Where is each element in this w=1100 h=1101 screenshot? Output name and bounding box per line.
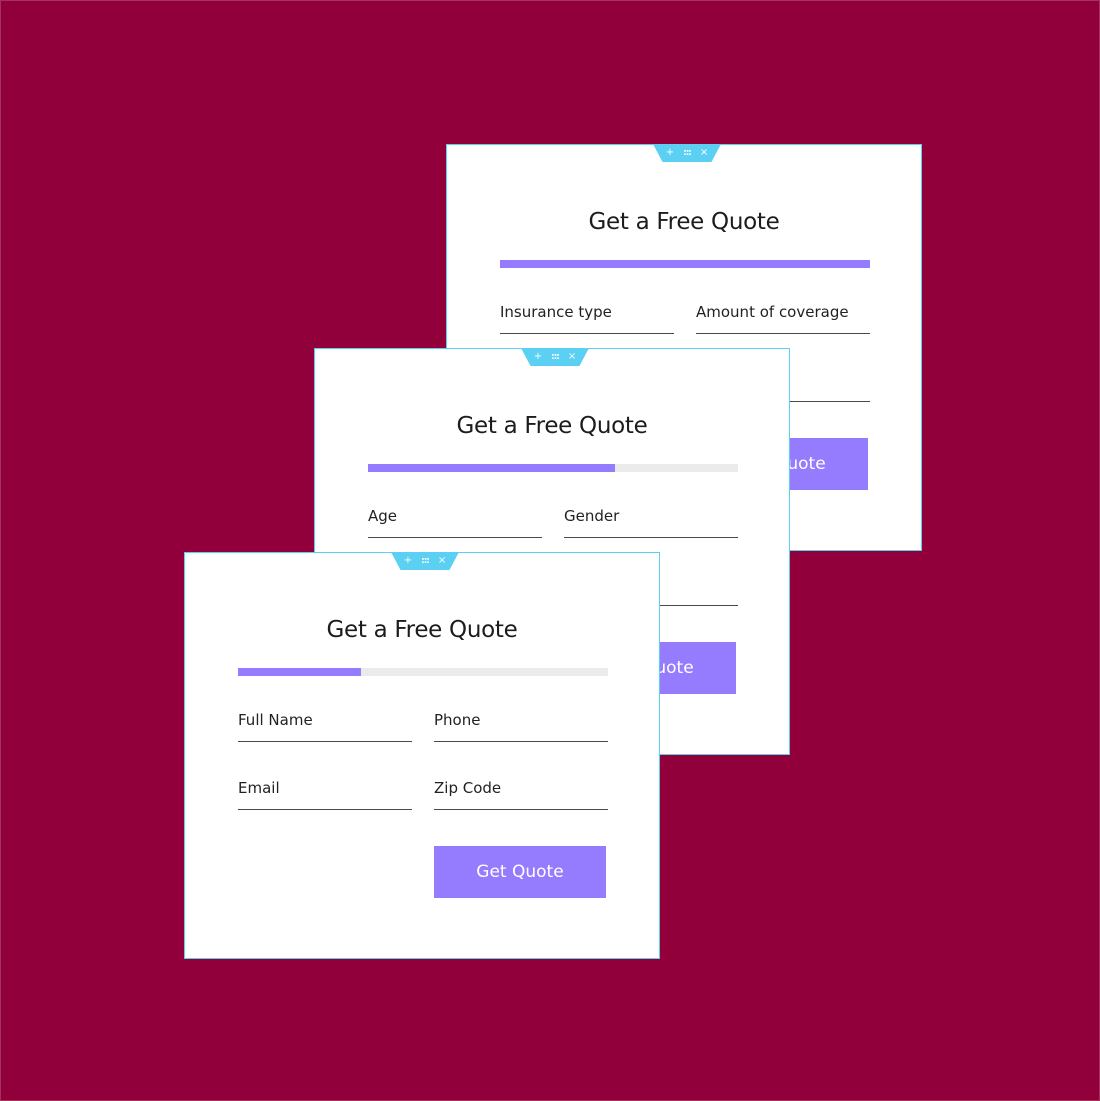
progress-bar [368,464,738,472]
get-quote-button[interactable]: Get Quote [434,846,606,898]
card-toolbar: + ::: × [521,348,589,366]
field-label: Gender [564,507,620,525]
field-label: Age [368,507,398,525]
field-label: Email [238,779,280,797]
field-label: Amount of coverage [696,303,849,321]
progress-bar [238,668,608,676]
field-label: Zip Code [434,779,502,797]
full-name-field[interactable]: Full Name [238,711,412,742]
canvas-background: { "colors": { "background": "#92003B", "… [0,0,1100,1101]
form-title: Get a Free Quote [456,413,648,439]
drag-handle-icon[interactable]: ::: [551,352,560,362]
progress-fill [238,668,362,676]
add-icon[interactable]: + [404,556,412,566]
card-toolbar: + ::: × [391,552,459,570]
field-label: Phone [434,711,481,729]
add-icon[interactable]: + [666,148,674,158]
insurance-type-field[interactable]: Insurance type [500,303,674,334]
form-title: Get a Free Quote [588,209,780,235]
progress-fill [368,464,615,472]
field-label: Insurance type [500,303,612,321]
card-toolbar: + ::: × [653,144,721,162]
amount-of-coverage-field[interactable]: Amount of coverage [696,303,870,334]
add-icon[interactable]: + [534,352,542,362]
close-icon[interactable]: × [700,148,708,158]
form-title: Get a Free Quote [326,617,518,643]
email-field[interactable]: Email [238,779,412,810]
progress-bar [500,260,870,268]
gender-field[interactable]: Gender [564,507,738,538]
phone-field[interactable]: Phone [434,711,608,742]
field-label: Full Name [238,711,313,729]
drag-handle-icon[interactable]: ::: [421,556,430,566]
age-field[interactable]: Age [368,507,542,538]
zip-code-field[interactable]: Zip Code [434,779,608,810]
close-icon[interactable]: × [568,352,576,362]
drag-handle-icon[interactable]: ::: [683,148,692,158]
progress-fill [500,260,870,268]
close-icon[interactable]: × [438,556,446,566]
quote-form-card-step-1: + ::: × Get a Free Quote Full Name Phone… [184,552,660,959]
